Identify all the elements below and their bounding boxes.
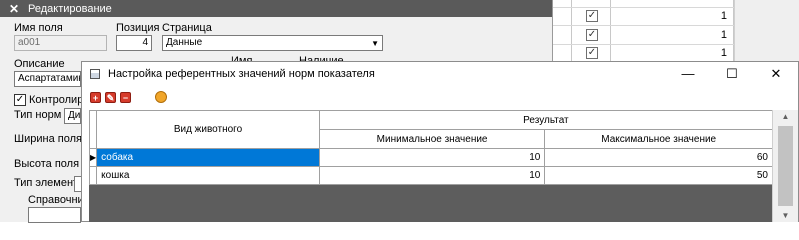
edit-window-titlebar: ✕ Редактирование xyxy=(0,0,552,17)
close-icon[interactable]: ✕ xyxy=(754,62,798,86)
animal-cell[interactable]: собака xyxy=(96,148,320,167)
table-row[interactable]: кошка 10 50 xyxy=(88,166,773,185)
minimize-icon[interactable]: — xyxy=(666,62,710,86)
scrollbar-thumb[interactable] xyxy=(778,126,793,206)
min-value-cell[interactable]: 10 xyxy=(318,166,546,185)
field-name-input[interactable]: a001 xyxy=(14,35,107,51)
table-row[interactable]: ▶ собака 10 60 xyxy=(88,148,773,167)
page-label: Страница xyxy=(162,22,212,34)
reference-values-dialog: Настройка референтных значений норм пока… xyxy=(81,61,799,222)
row-value: 1 xyxy=(720,10,727,22)
min-value-cell[interactable]: 10 xyxy=(318,148,546,167)
minus-icon[interactable]: − xyxy=(120,91,131,103)
controlled-checkbox[interactable]: ✓ xyxy=(14,94,26,106)
column-header-animal[interactable]: Вид животного xyxy=(96,110,320,149)
max-value-cell[interactable]: 60 xyxy=(544,148,773,167)
plus-icon[interactable]: + xyxy=(90,91,101,103)
column-header-max[interactable]: Максимальное значение xyxy=(544,129,773,149)
row-checkbox[interactable]: ✓ xyxy=(586,47,598,59)
row-header-cell xyxy=(88,166,98,185)
column-header-min[interactable]: Минимальное значение xyxy=(318,129,546,149)
row-indicator-icon: ▶ xyxy=(88,148,98,167)
chevron-down-icon: ▼ xyxy=(371,39,379,48)
reference-values-grid: Вид животного Результат Минимальное знач… xyxy=(88,110,774,222)
position-input[interactable]: 4 xyxy=(116,35,152,51)
close-icon[interactable]: ✕ xyxy=(0,2,28,16)
page-select[interactable]: Данные ▼ xyxy=(162,35,383,51)
max-value-cell[interactable]: 50 xyxy=(544,166,773,185)
animal-cell[interactable]: кошка xyxy=(96,166,320,185)
reference-input[interactable] xyxy=(28,207,81,223)
position-label: Позиция xyxy=(116,22,160,34)
row-value: 1 xyxy=(720,47,727,59)
row-checkbox[interactable]: ✓ xyxy=(586,10,598,22)
vertical-scrollbar[interactable]: ▲ ▼ xyxy=(772,110,798,222)
edit-icon[interactable]: ✎ xyxy=(105,91,116,103)
edit-window-title: Редактирование xyxy=(28,2,112,15)
maximize-icon[interactable]: ☐ xyxy=(710,62,754,86)
scroll-up-icon[interactable]: ▲ xyxy=(773,112,798,121)
dialog-title: Настройка референтных значений норм пока… xyxy=(108,68,375,80)
page-select-value: Данные xyxy=(166,37,203,48)
row-header-corner xyxy=(88,110,98,149)
window-icon xyxy=(90,69,100,79)
row-checkbox[interactable]: ✓ xyxy=(586,29,598,41)
norm-type-select[interactable]: Диа xyxy=(64,108,81,124)
refresh-icon[interactable] xyxy=(155,91,167,103)
dialog-toolbar: + ✎ − xyxy=(82,86,798,108)
column-header-result: Результат xyxy=(318,110,774,130)
field-name-label: Имя поля xyxy=(14,22,63,34)
reference-label: Справочник xyxy=(28,194,89,206)
row-value: 1 xyxy=(720,29,727,41)
scroll-down-icon[interactable]: ▼ xyxy=(773,211,798,220)
description-label: Описание xyxy=(14,58,65,70)
reference-values-table: Вид животного Результат Минимальное знач… xyxy=(88,110,774,185)
dialog-titlebar: Настройка референтных значений норм пока… xyxy=(82,62,798,86)
norm-type-label: Тип норм xyxy=(14,109,62,121)
description-input[interactable]: Аспартатаминот xyxy=(14,71,81,87)
